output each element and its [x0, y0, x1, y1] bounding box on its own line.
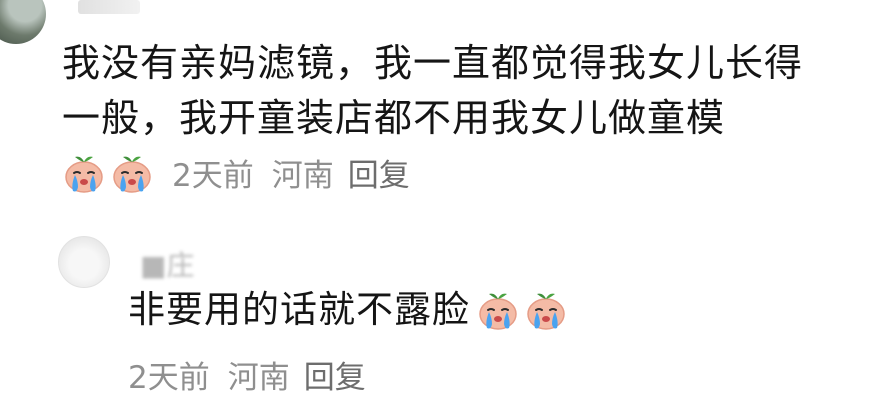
- crying-face-icon: [527, 292, 565, 330]
- comment-text: 我没有亲妈滤镜，我一直都觉得我女儿长得一般，我开童装店都不用我女儿做童模: [62, 41, 804, 140]
- reply-text-content: 非要用的话就不露脸: [128, 288, 470, 331]
- reply-location: 河南: [227, 360, 290, 396]
- comment-username-blurred[interactable]: [78, 0, 140, 14]
- crying-face-icon: [113, 155, 151, 193]
- reply-username[interactable]: ■庄: [140, 244, 194, 284]
- reply-avatar[interactable]: [58, 236, 110, 288]
- reply-meta: 2天前 河南 回复: [128, 352, 366, 397]
- crying-face-icon: [479, 292, 517, 330]
- comment-time: 2天前: [172, 158, 254, 194]
- reply-text: 非要用的话就不露脸: [128, 285, 568, 335]
- crying-face-icon: [65, 155, 103, 193]
- reply-time: 2天前: [128, 360, 210, 396]
- comment-reply-button[interactable]: 回复: [348, 150, 410, 195]
- comment-avatar[interactable]: [0, 0, 46, 44]
- comment-meta: 2天前 河南 回复: [62, 150, 410, 195]
- reply-reply-button[interactable]: 回复: [304, 352, 366, 397]
- comment-location: 河南: [271, 158, 334, 194]
